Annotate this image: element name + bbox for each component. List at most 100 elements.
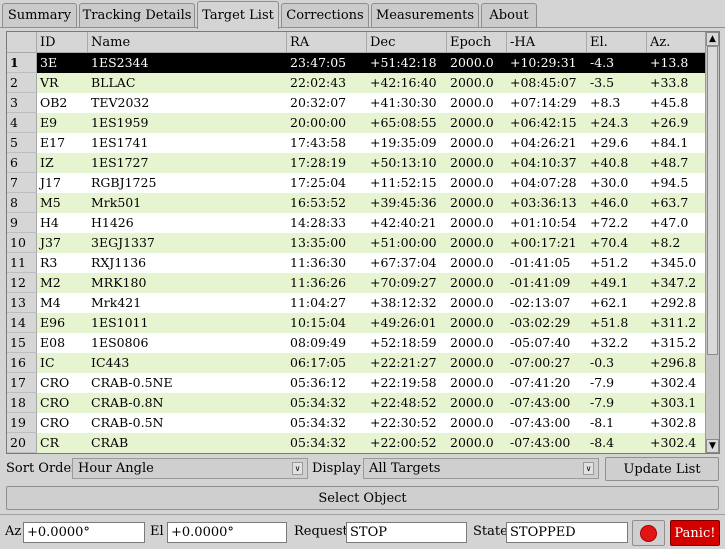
- cell-el: +29.6: [590, 135, 629, 150]
- column-header-id[interactable]: ID: [37, 32, 88, 53]
- cell-el: +30.0: [590, 175, 629, 190]
- cell-name: 1ES2344: [91, 55, 149, 70]
- cell-name: RGBJ1725: [91, 175, 157, 190]
- sort-order-value: Hour Angle: [78, 461, 154, 476]
- tab-about[interactable]: About: [481, 3, 537, 27]
- cell-id: CRO: [40, 395, 70, 410]
- cell-ra: 13:35:00: [290, 235, 347, 250]
- tab-tracking-details[interactable]: Tracking Details: [79, 3, 195, 27]
- row-number: 9: [7, 213, 37, 233]
- cell-dec: +22:48:52: [370, 395, 437, 410]
- cell-az: +8.2: [650, 235, 681, 250]
- cell-el: +62.1: [590, 295, 629, 310]
- row-number: 13: [7, 293, 37, 313]
- column-header-ra[interactable]: RA: [287, 32, 367, 53]
- target-table: ID Name RA Dec Epoch -HA El. Az. 1 3E 1ES2…: [6, 31, 720, 454]
- cell-name: MRK180: [91, 275, 147, 290]
- cell-ra: 11:36:30: [290, 255, 347, 270]
- table-row[interactable]: 7 J17 RGBJ1725 17:25:04 +11:52:15 2000.0 +04:0…: [7, 173, 705, 193]
- tab-measurements[interactable]: Measurements: [371, 3, 479, 27]
- column-header-name[interactable]: Name: [88, 32, 287, 53]
- cell-epoch: 2000.0: [450, 115, 494, 130]
- column-header-epoch[interactable]: Epoch: [447, 32, 507, 53]
- cell-name: CRAB-0.5NE: [91, 375, 173, 390]
- column-header-el[interactable]: El.: [587, 32, 647, 53]
- table-row[interactable]: 20 CR CRAB 05:34:32 +22:00:52 2000.0 -07:43:00…: [7, 433, 705, 453]
- cell-el: +72.2: [590, 215, 629, 230]
- row-number: 15: [7, 333, 37, 353]
- table-row[interactable]: 1 3E 1ES2344 23:47:05 +51:42:18 2000.0 +10:29:…: [7, 53, 705, 73]
- state-label: State: [473, 524, 508, 539]
- cell-id: IZ: [40, 155, 54, 170]
- table-row[interactable]: 6 IZ 1ES1727 17:28:19 +50:13:10 2000.0 +04:10:…: [7, 153, 705, 173]
- table-row[interactable]: 16 IC IC443 06:17:05 +22:21:27 2000.0 -07:00:2…: [7, 353, 705, 373]
- cell-name: CRAB-0.8N: [91, 395, 164, 410]
- sort-order-dropdown[interactable]: Hour Angle ∨: [72, 458, 308, 479]
- cell-az: +302.4: [650, 375, 697, 390]
- request-field: STOP: [346, 522, 467, 543]
- cell-epoch: 2000.0: [450, 315, 494, 330]
- cell-ha: -01:41:05: [510, 255, 571, 270]
- cell-name: Mrk421: [91, 295, 142, 310]
- select-object-button[interactable]: Select Object: [6, 486, 719, 510]
- cell-ra: 23:47:05: [290, 55, 347, 70]
- cell-epoch: 2000.0: [450, 195, 494, 210]
- table-row[interactable]: 14 E96 1ES1011 10:15:04 +49:26:01 2000.0 -03:0…: [7, 313, 705, 333]
- cell-ra: 20:32:07: [290, 95, 347, 110]
- cell-ha: -05:07:40: [510, 335, 571, 350]
- cell-ra: 08:09:49: [290, 335, 347, 350]
- cell-name: 1ES0806: [91, 335, 149, 350]
- row-number: 20: [7, 433, 37, 453]
- cell-ra: 05:36:12: [290, 375, 347, 390]
- table-row[interactable]: 4 E9 1ES1959 20:00:00 +65:08:55 2000.0 +06:42:…: [7, 113, 705, 133]
- cell-az: +302.8: [650, 415, 697, 430]
- column-header-dec[interactable]: Dec: [367, 32, 447, 53]
- vertical-scrollbar[interactable]: ▲ ▼: [705, 32, 719, 453]
- table-row[interactable]: 11 R3 RXJ1136 11:36:30 +67:37:04 2000.0 -01:41…: [7, 253, 705, 273]
- table-row[interactable]: 17 CRO CRAB-0.5NE 05:36:12 +22:19:58 2000.0 -0…: [7, 373, 705, 393]
- scroll-down-icon[interactable]: ▼: [706, 439, 719, 453]
- table-row[interactable]: 10 J37 3EGJ1337 13:35:00 +51:00:00 2000.0 +00:…: [7, 233, 705, 253]
- cell-ra: 20:00:00: [290, 115, 347, 130]
- tab-target-list[interactable]: Target List: [197, 1, 279, 29]
- cell-ha: -07:43:00: [510, 435, 571, 450]
- cell-epoch: 2000.0: [450, 175, 494, 190]
- cell-dec: +70:09:27: [370, 275, 437, 290]
- table-row[interactable]: 3 OB2 TEV2032 20:32:07 +41:30:30 2000.0 +07:14…: [7, 93, 705, 113]
- column-header-az[interactable]: Az.: [647, 32, 705, 53]
- table-row[interactable]: 15 E08 1ES0806 08:09:49 +52:18:59 2000.0 -05:0…: [7, 333, 705, 353]
- table-row[interactable]: 18 CRO CRAB-0.8N 05:34:32 +22:48:52 2000.0 -07…: [7, 393, 705, 413]
- panic-button[interactable]: Panic!: [670, 520, 720, 546]
- update-list-button[interactable]: Update List: [605, 457, 719, 481]
- cell-id: M4: [40, 295, 61, 310]
- table-row[interactable]: 12 M2 MRK180 11:36:26 +70:09:27 2000.0 -01:41:…: [7, 273, 705, 293]
- stop-button[interactable]: [632, 520, 665, 546]
- column-header-ha[interactable]: -HA: [507, 32, 587, 53]
- cell-el: -4.3: [590, 55, 615, 70]
- table-row[interactable]: 8 M5 Mrk501 16:53:52 +39:45:36 2000.0 +03:36:1…: [7, 193, 705, 213]
- cell-id: CR: [40, 435, 59, 450]
- scroll-up-icon[interactable]: ▲: [706, 32, 719, 46]
- cell-name: IC443: [91, 355, 130, 370]
- scroll-thumb[interactable]: [707, 46, 718, 355]
- cell-id: VR: [40, 75, 59, 90]
- cell-dec: +52:18:59: [370, 335, 437, 350]
- cell-ra: 10:15:04: [290, 315, 347, 330]
- cell-id: J37: [40, 235, 61, 250]
- table-row[interactable]: 2 VR BLLAC 22:02:43 +42:16:40 2000.0 +08:45:07…: [7, 73, 705, 93]
- cell-id: H4: [40, 215, 59, 230]
- table-row[interactable]: 9 H4 H1426 14:28:33 +42:40:21 2000.0 +01:10:54…: [7, 213, 705, 233]
- table-row[interactable]: 13 M4 Mrk421 11:04:27 +38:12:32 2000.0 -02:13:…: [7, 293, 705, 313]
- display-dropdown[interactable]: All Targets ∨: [363, 458, 599, 479]
- cell-el: +24.3: [590, 115, 629, 130]
- cell-ra: 17:25:04: [290, 175, 347, 190]
- tab-corrections[interactable]: Corrections: [281, 3, 369, 27]
- cell-name: CRAB: [91, 435, 129, 450]
- tab-summary[interactable]: Summary: [2, 3, 77, 27]
- cell-ha: +03:36:13: [510, 195, 577, 210]
- table-row[interactable]: 19 CRO CRAB-0.5N 05:34:32 +22:30:52 2000.0 -07…: [7, 413, 705, 433]
- table-row[interactable]: 5 E17 1ES1741 17:43:58 +19:35:09 2000.0 +04:26…: [7, 133, 705, 153]
- row-number: 6: [7, 153, 37, 173]
- display-label: Display: [312, 461, 361, 476]
- cell-ha: -07:43:00: [510, 415, 571, 430]
